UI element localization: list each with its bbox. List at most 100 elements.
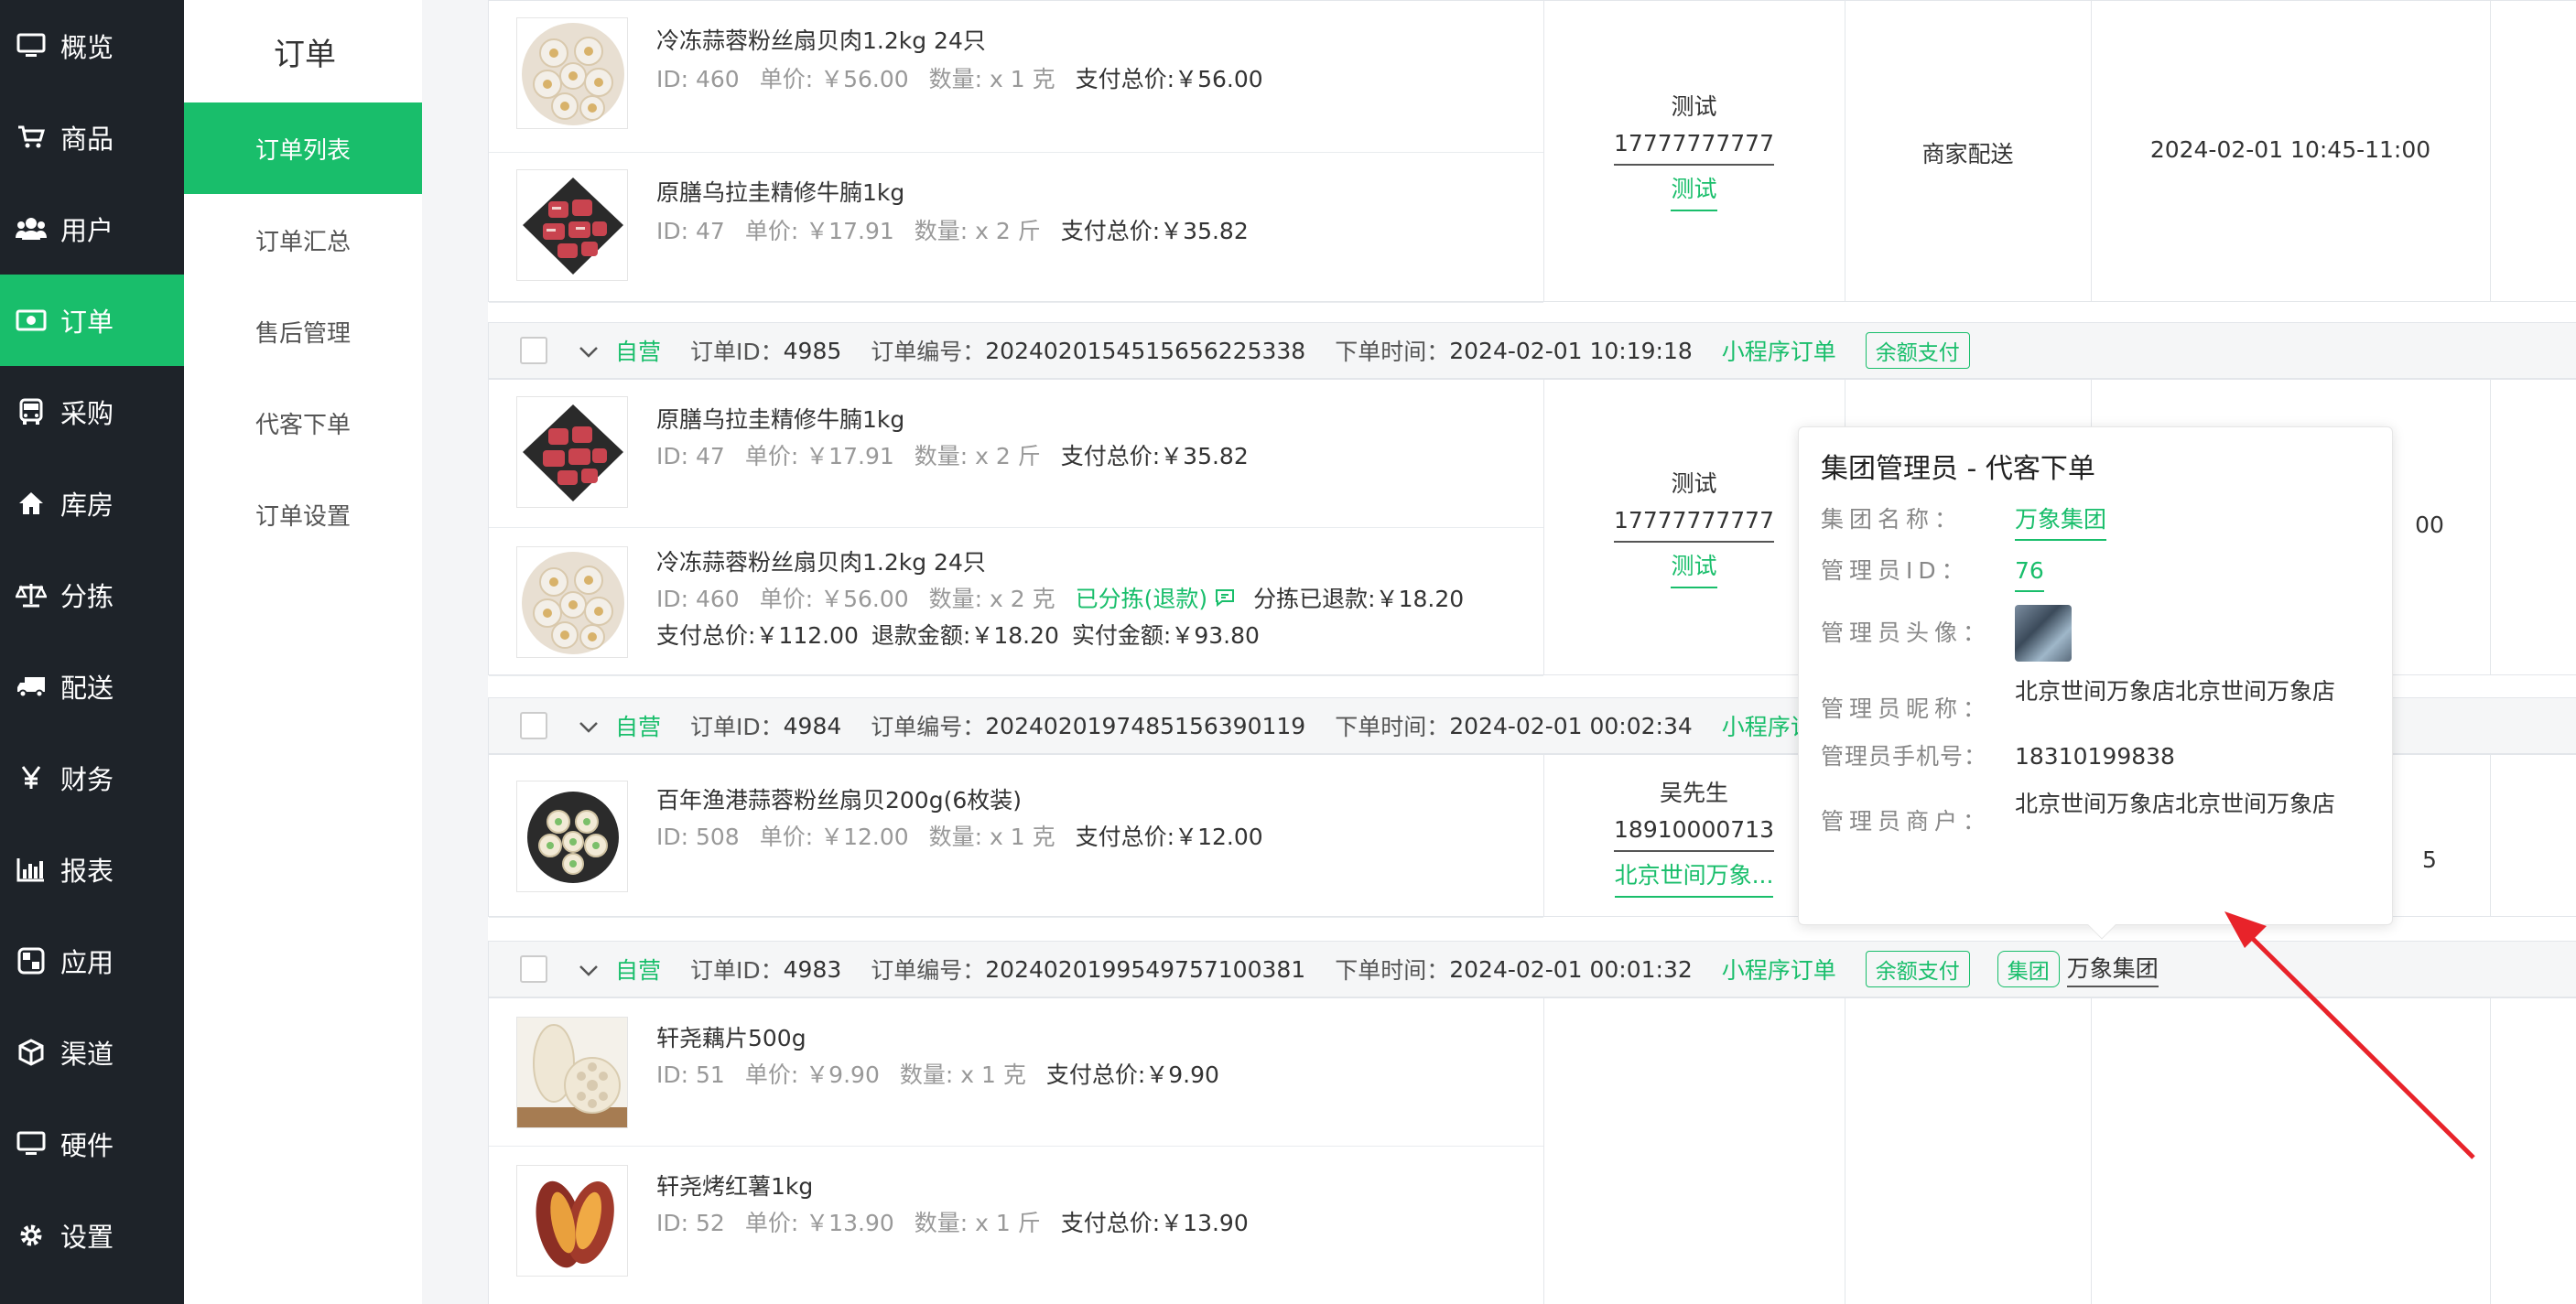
pay-method-badge: 余额支付 [1865,951,1970,987]
order-type: 自营 [615,339,662,365]
home-icon [15,489,48,518]
product-image[interactable] [516,1165,628,1277]
group-name-value[interactable]: 万象集团 [2015,502,2107,541]
order-checkbox[interactable] [520,712,547,739]
product-image[interactable] [516,781,628,892]
chevron-down-icon[interactable] [579,338,602,364]
nav-label: 分拣 [60,581,114,612]
submenu-proxy-order[interactable]: 代客下单 [184,377,422,469]
nav-label: 硬件 [60,1130,114,1161]
customer-phone[interactable]: 18910000713 [1614,812,1774,852]
store-link[interactable]: 北京世间万象... [1614,857,1774,898]
order-time-label: 下单时间： [1335,714,1450,740]
order-id-label: 订单ID： [690,714,784,740]
chevron-down-icon[interactable] [579,956,602,983]
money-icon [15,306,48,335]
popover-title: 集团管理员 - 代客下单 [1821,453,2095,485]
nav-label: 设置 [60,1222,114,1253]
apps-icon [15,946,48,975]
nav-label: 渠道 [60,1039,114,1070]
submenu-order-list[interactable]: 订单列表 [184,102,422,194]
cube-icon [15,1038,48,1067]
product-name: 轩尧藕片500g [656,1025,806,1051]
product-row: 冷冻蒜蓉粉丝扇贝肉1.2kg 24只 ID: 460 单价: ￥56.00 数量: … [489,1,1543,153]
nav-label: 概览 [60,32,114,63]
product-image[interactable] [516,17,628,129]
submenu-order-summary[interactable]: 订单汇总 [184,194,422,286]
order-source: 小程序订单 [1721,957,1836,984]
submenu-order-settings[interactable]: 订单设置 [184,469,422,560]
popover-row-merchant: 管理员商户： 北京世间万象店北京世间万象店 [1821,787,2370,839]
nav-item-channels[interactable]: 渠道 [0,1007,184,1098]
sort-refund: 分拣已退款:￥18.20 [1253,586,1465,612]
nav-label: 商品 [60,124,114,155]
product-name: 原膳乌拉圭精修牛腩1kg [656,179,905,206]
order-no-label: 订单编号： [871,957,986,984]
customer-phone[interactable]: 17777777777 [1614,125,1774,166]
product-image[interactable] [516,396,628,508]
popover-row-nickname: 管理员昵称： 北京世间万象店北京世间万象店 [1821,674,2370,727]
order-card: 轩尧藕片500g ID: 51 单价: ￥9.90 数量: x 1 克支付总价:￥9… [488,997,2576,1304]
nav-item-sorting[interactable]: 分拣 [0,549,184,641]
product-meta: ID: 460 单价: ￥56.00 数量: x 2 克已分拣(退款) 分拣已退款:￥… [656,586,1465,612]
comment-icon[interactable] [1215,586,1235,612]
truck-icon [15,672,48,701]
nav-label: 配送 [60,673,114,704]
bar-chart-icon [15,855,48,884]
product-name: 原膳乌拉圭精修牛腩1kg [656,406,905,433]
nav-item-apps[interactable]: 应用 [0,915,184,1007]
chevron-down-icon[interactable] [579,713,602,739]
nav-item-finance[interactable]: 财务 [0,732,184,824]
users-icon [15,214,48,243]
nav-item-delivery[interactable]: 配送 [0,641,184,732]
delivery-time-fragment: 00 [2415,512,2444,538]
delivery-method: 商家配送 [1921,141,2014,167]
order-checkbox[interactable] [520,337,547,364]
order-submenu: 订单 订单列表 订单汇总 售后管理 代客下单 订单设置 [184,0,422,1304]
nav-item-users[interactable]: 用户 [0,183,184,275]
product-row: 原膳乌拉圭精修牛腩1kg ID: 47 单价: ￥17.91 数量: x 2 斤支付… [489,153,1543,303]
product-image[interactable] [516,169,628,281]
nav-item-goods[interactable]: 商品 [0,92,184,183]
customer-name: 测试 [1671,93,1717,120]
store-link[interactable]: 测试 [1671,171,1717,211]
nav-label: 应用 [60,947,114,978]
order-time-label: 下单时间： [1335,339,1450,365]
store-link[interactable]: 测试 [1671,548,1717,588]
product-row: 冷冻蒜蓉粉丝扇贝肉1.2kg 24只 ID: 460 单价: ￥56.00 数量: … [489,528,1543,676]
nav-label: 订单 [60,307,114,338]
customer-cell: 测试 17777777777 测试 [1543,89,1845,211]
nav-label: 报表 [60,856,114,887]
nav-item-purchase[interactable]: 采购 [0,366,184,458]
order-type: 自营 [615,957,662,984]
product-name: 冷冻蒜蓉粉丝扇贝肉1.2kg 24只 [656,27,986,54]
admin-id-value[interactable]: 76 [2015,554,2044,592]
yen-icon [15,763,48,792]
avatar[interactable] [2015,605,2072,662]
pay-method-badge: 余额支付 [1865,332,1970,369]
nav-item-warehouse[interactable]: 库房 [0,458,184,549]
content-gutter [422,0,488,1304]
nav-item-hardware[interactable]: 硬件 [0,1098,184,1190]
admin-nickname: 北京世间万象店北京世间万象店 [2015,678,2336,705]
order-card: 冷冻蒜蓉粉丝扇贝肉1.2kg 24只 ID: 460 单价: ￥56.00 数量: … [488,0,2576,303]
product-image[interactable] [516,546,628,658]
popover-row-phone: 管理员手机号： 18310199838 [1821,739,2370,774]
order-checkbox[interactable] [520,955,547,983]
customer-phone[interactable]: 17777777777 [1614,502,1774,543]
group-name-link[interactable]: 万象集团 [2066,951,2159,987]
nav-item-reports[interactable]: 报表 [0,824,184,915]
nav-item-overview[interactable]: 概览 [0,0,184,92]
order-header: 自营 订单ID： 4983 订单编号： 2024020199549757100381… [488,941,2576,997]
submenu-after-sales[interactable]: 售后管理 [184,286,422,377]
product-row: 轩尧藕片500g ID: 51 单价: ￥9.90 数量: x 1 克支付总价:￥9… [489,998,1543,1147]
order-time-label: 下单时间： [1335,957,1450,984]
nav-item-settings[interactable]: 设置 [0,1190,184,1281]
order-source: 小程序订单 [1721,339,1836,365]
delivery-time-fragment: 5 [2422,846,2437,873]
product-meta: ID: 52 单价: ￥13.90 数量: x 1 斤支付总价:￥13.90 [656,1210,1249,1236]
product-image[interactable] [516,1017,628,1128]
order-no: 2024020197485156390119 [985,712,1306,739]
order-no-label: 订单编号： [871,714,986,740]
nav-item-orders[interactable]: 订单 [0,275,184,366]
